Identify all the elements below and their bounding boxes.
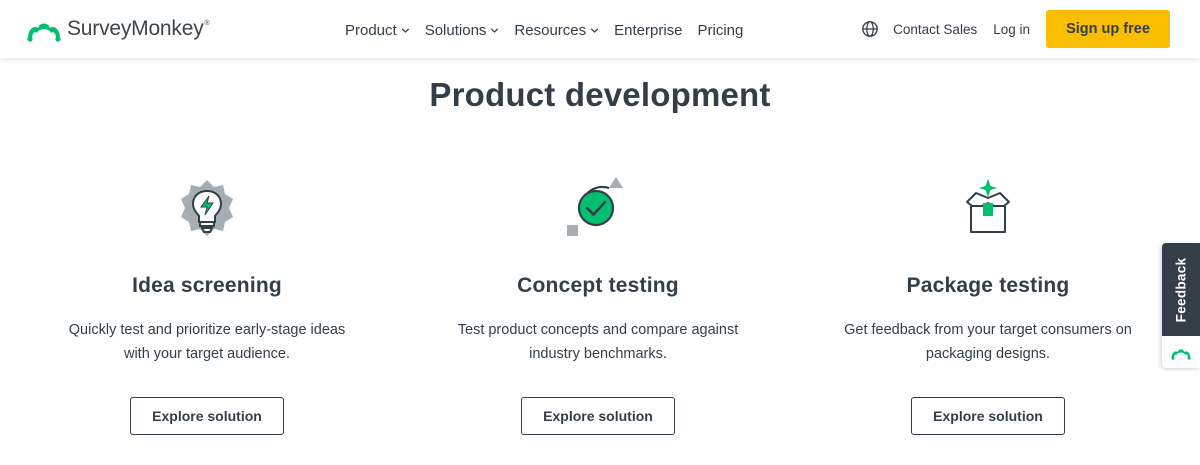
nav-item-solutions[interactable]: Solutions [425,22,500,39]
feedback-tab[interactable]: Feedback [1162,243,1200,368]
nav-item-enterprise[interactable]: Enterprise [614,22,682,39]
card-description: Test product concepts and compare agains… [457,322,739,362]
feedback-label: Feedback [1173,257,1189,322]
nav-item-product[interactable]: Product [345,22,410,39]
main-nav: Product Solutions Resources Enterprise P… [345,19,758,41]
card-title: Concept testing [517,274,679,297]
nav-item-pricing[interactable]: Pricing [698,22,744,39]
logo-wordmark: SurveyMonkey® [67,17,210,40]
card-title: Package testing [906,274,1070,297]
login-link[interactable]: Log in [993,22,1030,37]
open-box-icon [966,179,1010,233]
card-description: Get feedback from your target consumers … [844,322,1132,362]
site-header: SurveyMonkey® Product Solutions Resource… [0,0,1200,58]
card-title: Idea screening [132,274,282,297]
card-idea-screening: Idea screening Quickly test and prioriti… [12,175,402,435]
chevron-down-icon [491,27,499,33]
chevron-down-icon [591,27,599,33]
lightbulb-bolt-icon [181,180,233,236]
header-actions: Contact Sales Log in Sign up free [861,10,1200,48]
explore-solution-button[interactable]: Explore solution [521,397,675,435]
card-package-testing: Package testing Get feedback from your t… [793,175,1183,435]
chevron-down-icon [401,27,409,33]
checkmark-circle-icon [567,177,623,236]
explore-solution-button[interactable]: Explore solution [911,397,1065,435]
card-concept-testing: Concept testing Test product concepts an… [403,175,793,435]
globe-icon[interactable] [861,20,879,38]
card-description: Quickly test and prioritize early-stage … [68,322,346,362]
surveymonkey-logo-icon [1171,348,1191,360]
nav-item-resources[interactable]: Resources [514,22,599,39]
sign-up-button[interactable]: Sign up free [1046,10,1170,48]
surveymonkey-logo[interactable]: SurveyMonkey® [26,14,210,44]
explore-solution-button[interactable]: Explore solution [130,397,284,435]
page-title: Product development [429,76,771,113]
contact-sales-link[interactable]: Contact Sales [893,22,977,37]
surveymonkey-logo-icon [27,23,61,42]
